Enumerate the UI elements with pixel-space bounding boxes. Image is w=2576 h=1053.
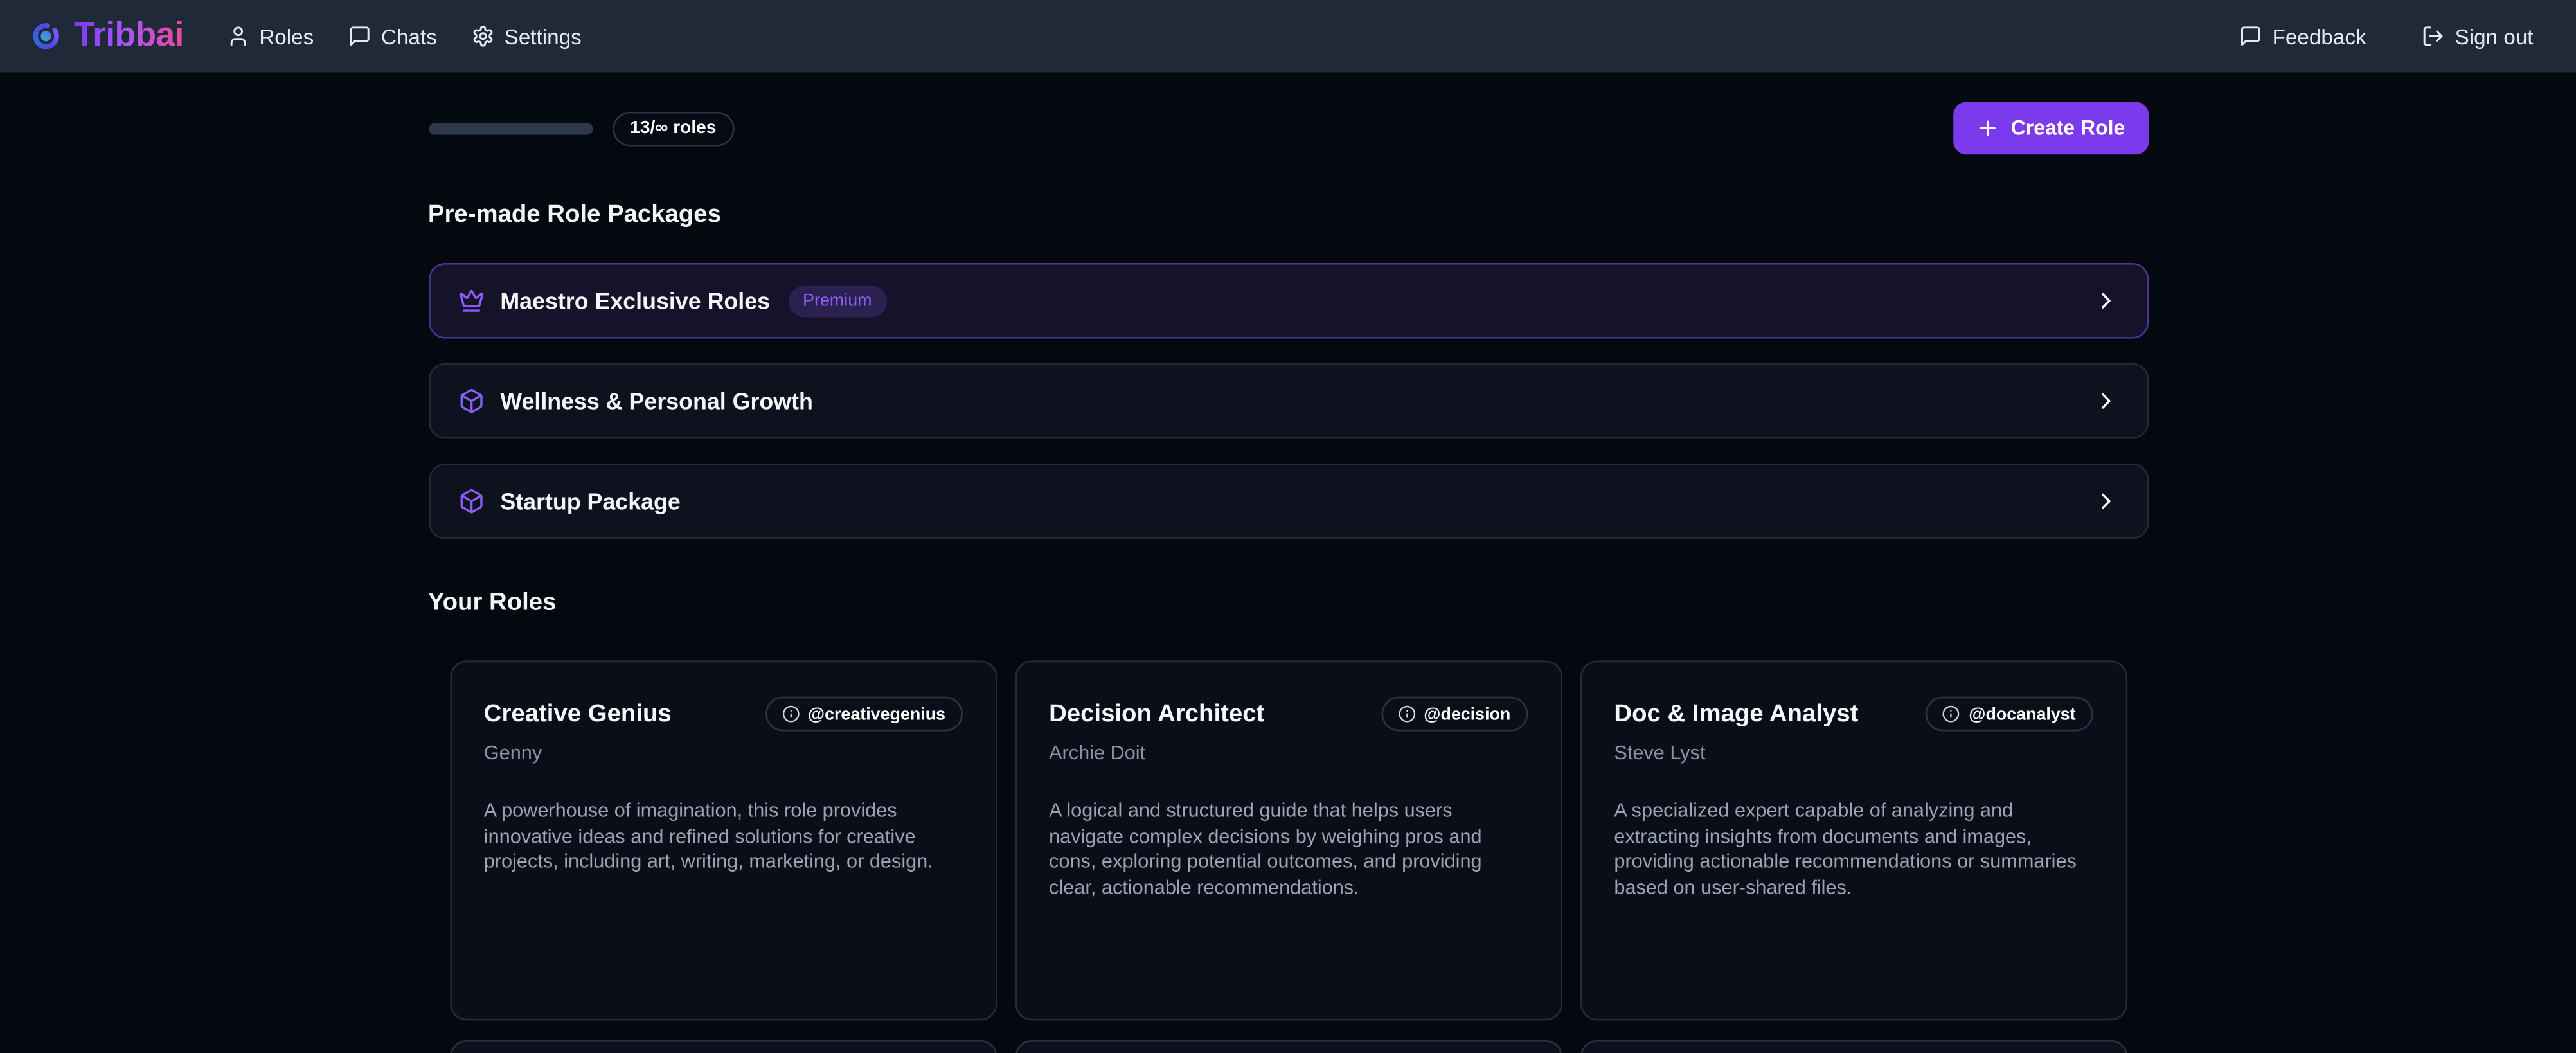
premium-badge: Premium [788, 285, 886, 316]
role-subtitle: Genny [484, 741, 962, 764]
role-handle: @docanalyst [1969, 704, 2075, 724]
nav-item-roles[interactable]: Roles [226, 24, 314, 48]
role-handle-badge[interactable]: @creativegenius [765, 697, 962, 732]
role-card-header: Creative Genius @creativegenius [484, 697, 962, 732]
role-title: Decision Architect [1049, 700, 1264, 728]
create-role-button[interactable]: Create Role [1953, 102, 2148, 154]
app: Tribbai Roles Chats Settings [0, 0, 2576, 1053]
nav-item-label: Feedback [2273, 24, 2366, 48]
role-title: Creative Genius [484, 700, 672, 728]
role-subtitle: Steve Lyst [1614, 741, 2092, 764]
package-row[interactable]: Maestro Exclusive Roles Premium [428, 263, 2148, 339]
role-cards-grid: Creative Genius @creativegenius Genny A … [428, 661, 2148, 1021]
chevron-right-icon [2092, 388, 2118, 414]
crown-icon [458, 287, 484, 314]
your-roles-heading: Your Roles [428, 588, 2148, 618]
chevron-right-icon [2092, 488, 2118, 514]
role-card[interactable]: Creative Genius @creativegenius Genny A … [449, 661, 996, 1021]
role-handle-badge[interactable]: @decision [1381, 697, 1527, 732]
user-icon [226, 24, 249, 48]
nav-item-chats[interactable]: Chats [348, 24, 437, 48]
package-row[interactable]: Startup Package [428, 464, 2148, 539]
plus-icon [1976, 116, 1999, 140]
sign-out-button[interactable]: Sign out [2422, 24, 2533, 48]
chat-bubble-icon [2240, 24, 2263, 48]
role-card-header: Decision Architect @decision [1049, 697, 1527, 732]
role-handle: @decision [1424, 704, 1510, 724]
nav-item-settings[interactable]: Settings [472, 24, 582, 48]
feedback-button[interactable]: Feedback [2240, 24, 2366, 48]
role-description: A logical and structured guide that help… [1049, 798, 1527, 901]
role-card-partial[interactable] [1580, 1040, 2127, 1053]
nav-item-label: Sign out [2455, 24, 2534, 48]
nav-item-label: Chats [381, 24, 437, 48]
package-title: Startup Package [500, 488, 680, 514]
roles-toolbar: 13/∞ roles Create Role [428, 102, 2148, 154]
roles-count-label: 13/∞ roles [630, 118, 716, 138]
package-title: Maestro Exclusive Roles [500, 287, 770, 314]
logout-icon [2422, 24, 2445, 48]
tribbai-logo-icon [31, 21, 61, 51]
brand[interactable]: Tribbai [31, 17, 184, 56]
info-icon [782, 705, 800, 723]
top-nav-left: Tribbai Roles Chats Settings [31, 17, 582, 56]
role-card-header: Doc & Image Analyst @docanalyst [1614, 697, 2092, 732]
info-icon [1942, 705, 1960, 723]
roles-progress-bar [428, 122, 593, 134]
role-card-partial[interactable] [449, 1040, 996, 1053]
info-icon [1397, 705, 1415, 723]
primary-nav: Roles Chats Settings [226, 24, 582, 48]
top-nav-right: Feedback Sign out [2240, 24, 2534, 48]
chevron-right-icon [2092, 287, 2118, 314]
nav-item-label: Settings [505, 24, 582, 48]
role-cards-grid-next-row [428, 1040, 2148, 1053]
package-row[interactable]: Wellness & Personal Growth [428, 363, 2148, 439]
top-nav: Tribbai Roles Chats Settings [0, 0, 2576, 72]
package-icon [458, 488, 484, 514]
role-handle: @creativegenius [808, 704, 945, 724]
premade-packages-heading: Pre-made Role Packages [428, 201, 2148, 230]
role-title: Doc & Image Analyst [1614, 700, 1858, 728]
roles-count-badge: 13/∞ roles [612, 111, 734, 146]
roles-usage: 13/∞ roles [428, 111, 735, 146]
main-content: 13/∞ roles Create Role Pre-made Role Pac… [428, 102, 2148, 1053]
package-icon [458, 388, 484, 414]
role-card-partial[interactable] [1014, 1040, 1561, 1053]
role-handle-badge[interactable]: @docanalyst [1926, 697, 2092, 732]
create-role-label: Create Role [2011, 116, 2125, 140]
role-card[interactable]: Doc & Image Analyst @docanalyst Steve Ly… [1580, 661, 2127, 1021]
role-description: A specialized expert capable of analyzin… [1614, 798, 2092, 901]
package-title: Wellness & Personal Growth [500, 388, 813, 414]
role-card[interactable]: Decision Architect @decision Archie Doit… [1014, 661, 1561, 1021]
chat-bubble-icon [348, 24, 371, 48]
role-description: A powerhouse of imagination, this role p… [484, 798, 962, 876]
gear-icon [472, 24, 495, 48]
brand-name: Tribbai [74, 17, 184, 56]
nav-item-label: Roles [259, 24, 314, 48]
package-list: Maestro Exclusive Roles Premium Wellness… [428, 263, 2148, 539]
role-subtitle: Archie Doit [1049, 741, 1527, 764]
